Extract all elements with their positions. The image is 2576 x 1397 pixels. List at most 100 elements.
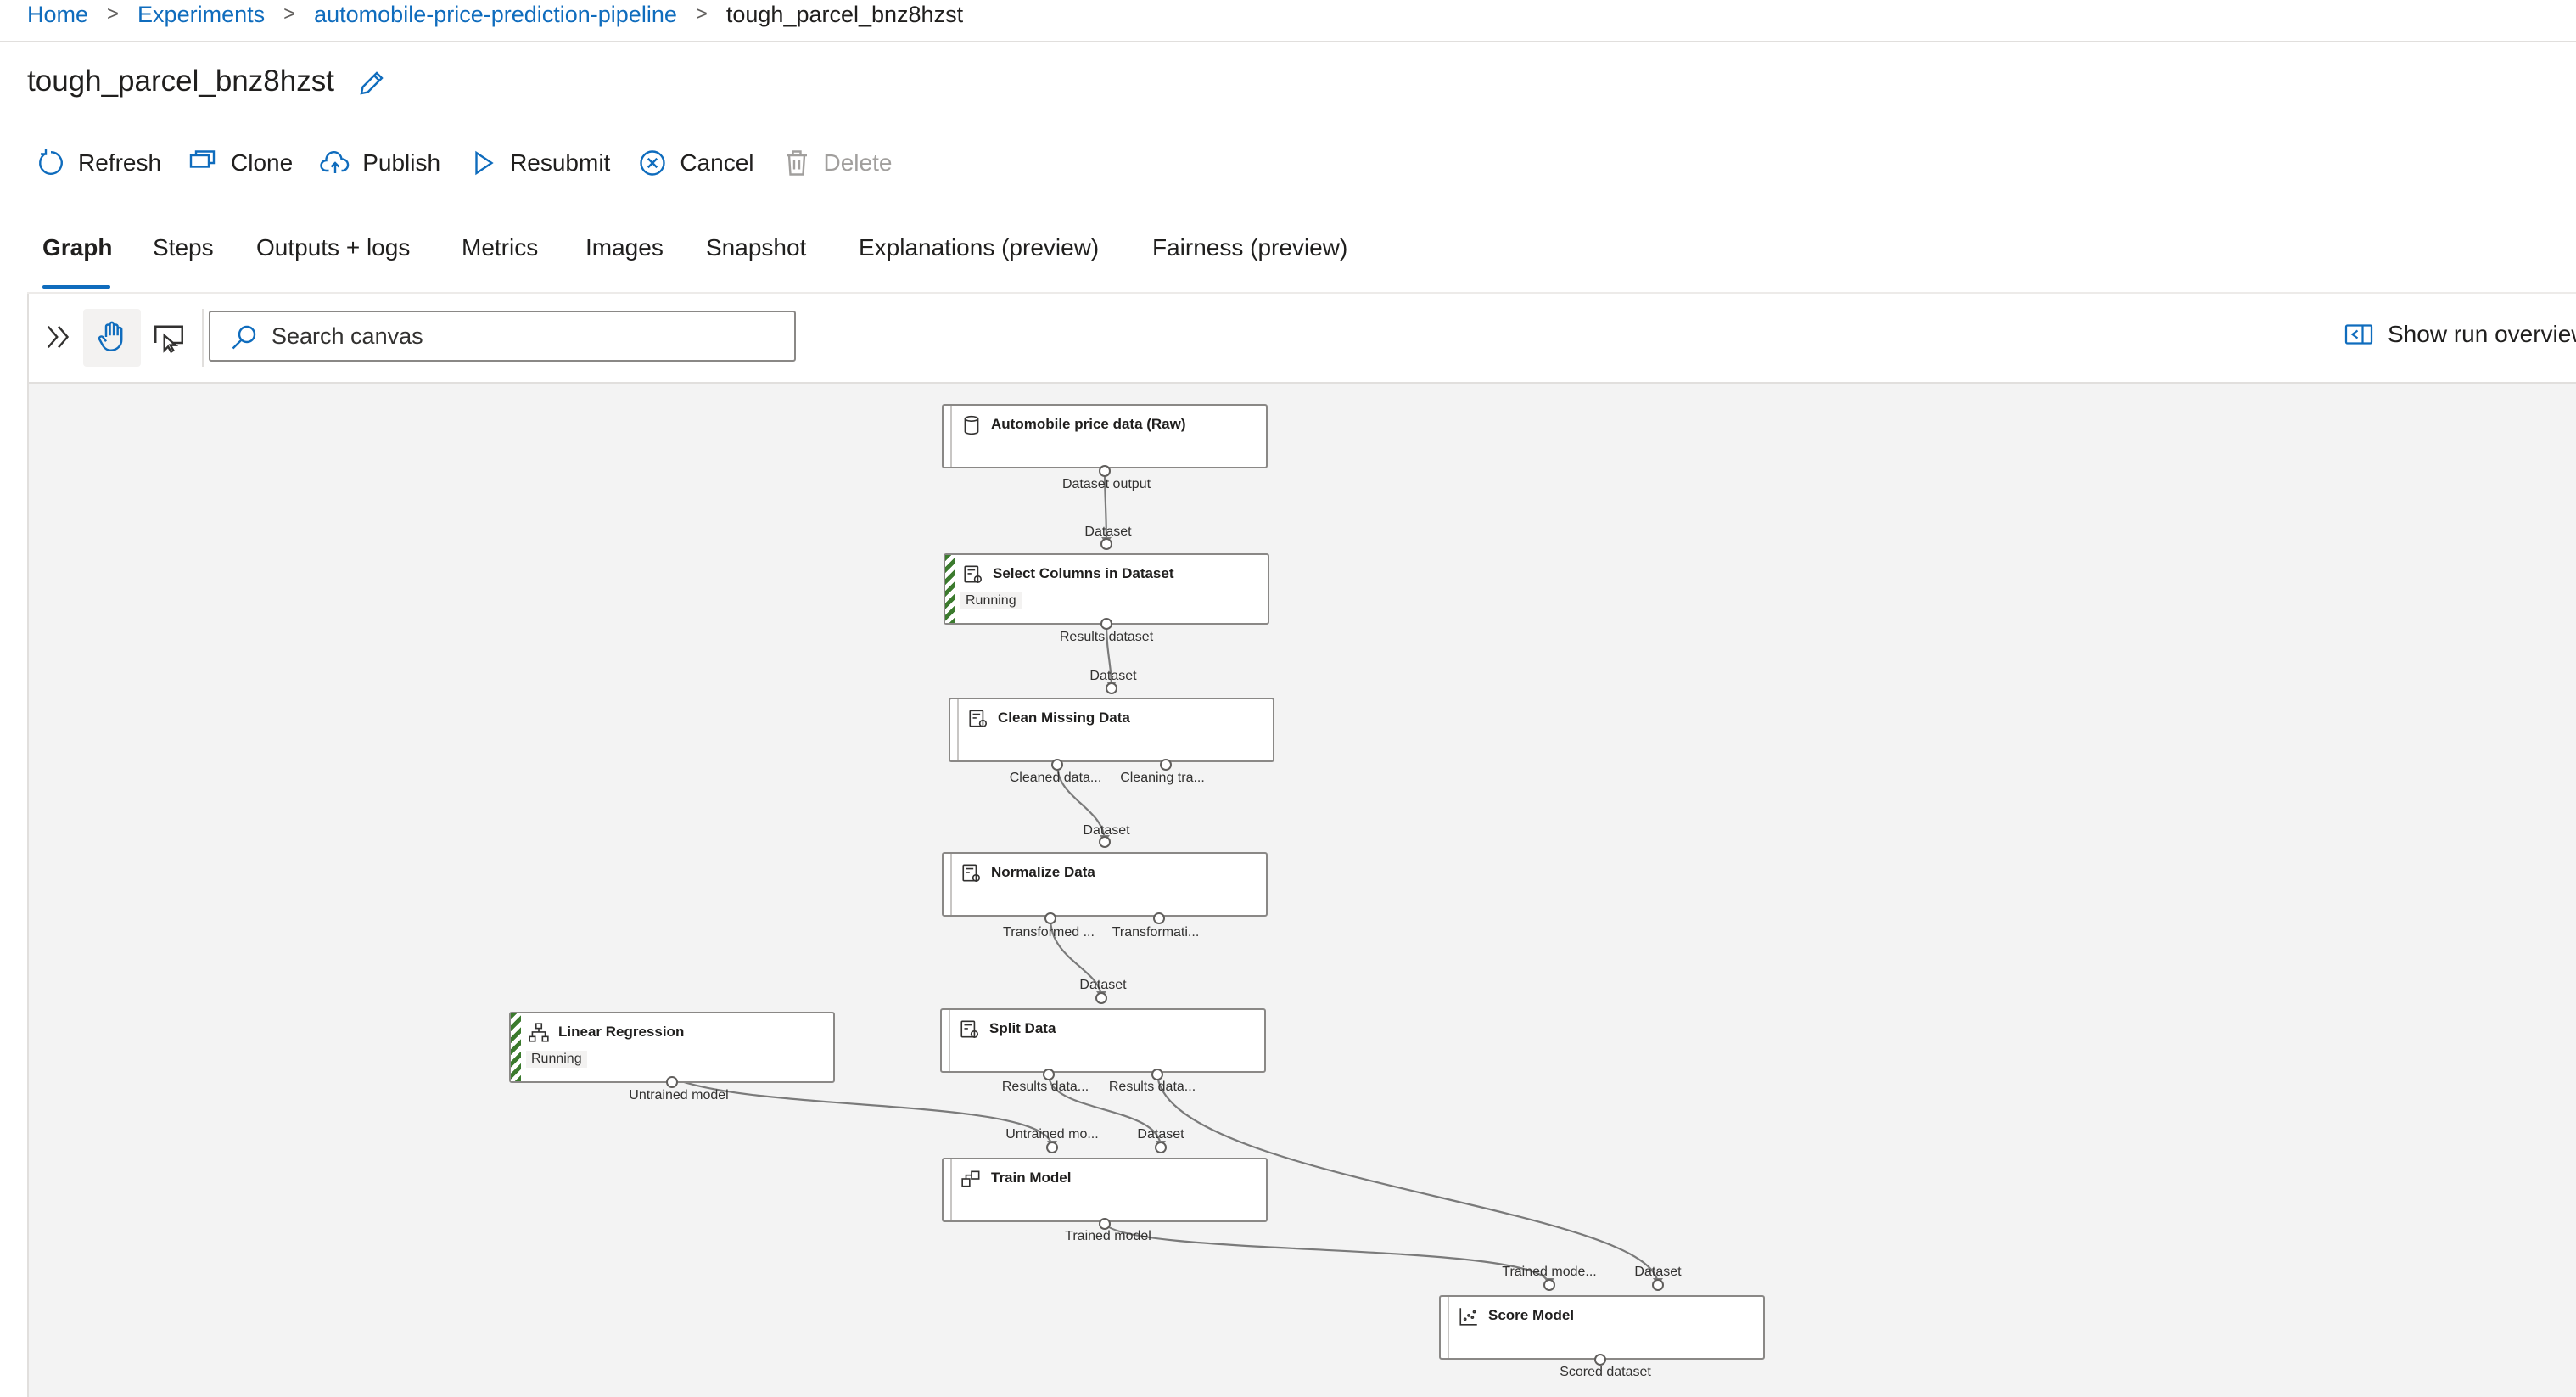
output-port[interactable] [1044,912,1056,924]
node-score-model[interactable]: Score Model [1439,1295,1765,1360]
publish-button[interactable]: Publish [320,148,440,178]
tab-explanations[interactable]: Explanations (preview) [859,234,1099,261]
chevron-right-icon: > [695,3,708,25]
delete-button[interactable]: Delete [781,148,892,178]
port-label: Results data... [1108,1080,1196,1094]
chevron-right-icon: > [283,3,296,25]
resubmit-button[interactable]: Resubmit [468,148,610,178]
port-label: Untrained mo... [1005,1127,1099,1142]
port-label: Scored dataset [1560,1365,1651,1379]
output-port[interactable] [1151,1069,1163,1080]
node-split-data[interactable]: Split Data [940,1008,1266,1073]
cancel-button[interactable]: Cancel [637,148,754,178]
breadcrumb: Home > Experiments > automobile-price-pr… [27,0,963,29]
input-port[interactable] [1543,1279,1555,1291]
node-title: Score Model [1488,1307,1575,1323]
input-port[interactable] [1106,682,1117,694]
port-label: Transformed ... [1003,925,1095,940]
breadcrumb-experiment[interactable]: automobile-price-prediction-pipeline [314,2,677,28]
clone-label: Clone [231,149,294,176]
canvas-toolbar: Show run overview [27,294,2576,384]
trash-icon [786,150,807,176]
port-label: Results data... [1001,1080,1089,1094]
input-port[interactable] [1095,992,1107,1004]
output-port[interactable] [1043,1069,1055,1080]
search-canvas-box [209,311,796,362]
select-mode-icon[interactable] [151,319,187,355]
output-port[interactable] [1160,759,1172,771]
header-divider [0,41,2576,42]
resubmit-label: Resubmit [510,149,611,176]
show-run-overview-button[interactable]: Show run overview [2344,319,2576,350]
clone-button[interactable]: Clone [188,148,293,178]
port-label: Untrained model [629,1088,729,1102]
node-normalize-data[interactable]: Normalize Data [942,852,1268,917]
breadcrumb-current: tough_parcel_bnz8hzst [725,1,964,27]
tab-steps[interactable]: Steps [153,234,214,261]
input-port[interactable] [1652,1279,1664,1291]
node-title: Select Columns in Dataset [993,565,1174,581]
port-label: Dataset [1079,978,1127,992]
search-icon [232,325,256,350]
cloud-upload-icon [320,151,350,173]
active-tab-indicator [42,285,110,289]
node-clean-missing-data[interactable]: Clean Missing Data [949,698,1274,762]
chevron-right-icon: > [107,3,120,25]
input-port[interactable] [1099,836,1111,848]
scatter-chart-icon [1459,1308,1477,1326]
node-title: Split Data [989,1020,1056,1036]
port-label: Dataset [1634,1265,1682,1279]
node-linear-regression[interactable]: Linear Regression Running [509,1012,835,1083]
output-port[interactable] [1051,759,1063,771]
cancel-label: Cancel [680,149,754,176]
clone-icon [189,150,216,168]
show-run-overview-label: Show run overview [2388,321,2576,347]
node-train-model[interactable]: Train Model [942,1158,1268,1222]
output-port[interactable] [1153,912,1165,924]
port-label: Trained mode... [1502,1265,1597,1279]
model-tree-icon [529,1023,549,1042]
search-canvas-input[interactable] [272,317,781,355]
graph-canvas[interactable]: Automobile price data (Raw) Dataset outp… [27,384,2576,1397]
port-label: Transformati... [1112,925,1200,940]
port-label: Cleaning tra... [1120,771,1205,785]
input-port[interactable] [1155,1142,1167,1153]
output-port[interactable] [1100,618,1112,630]
page-title: tough_parcel_bnz8hzst [27,65,334,98]
expand-panel-icon[interactable] [41,319,76,355]
tab-metrics[interactable]: Metrics [462,234,538,261]
toolbar-divider [202,309,204,367]
module-settings-icon [960,1020,979,1039]
breadcrumb-experiments[interactable]: Experiments [137,2,265,28]
port-label: Dataset output [1061,477,1151,491]
node-title: Clean Missing Data [998,710,1130,726]
output-port[interactable] [1099,465,1111,477]
hand-pan-icon [98,321,123,351]
port-label: Cleaned data... [1009,771,1102,785]
node-automobile-price-data[interactable]: Automobile price data (Raw) [942,404,1268,468]
node-title: Normalize Data [991,864,1095,880]
tab-images[interactable]: Images [585,234,664,261]
graph-edges [671,470,1663,1286]
run-toolbar: Refresh Clone Publish Resubmit Cancel De… [36,144,919,182]
output-port[interactable] [1099,1218,1111,1230]
input-port[interactable] [1100,538,1112,550]
node-select-columns[interactable]: Select Columns in Dataset Running [944,553,1269,625]
tab-fairness[interactable]: Fairness (preview) [1152,234,1347,261]
train-model-icon [961,1170,980,1187]
input-port[interactable] [1046,1142,1058,1153]
refresh-button[interactable]: Refresh [36,148,161,178]
panel-overview-icon [2344,324,2373,345]
breadcrumb-home[interactable]: Home [27,2,88,28]
output-port[interactable] [666,1076,678,1088]
edge-linreg-to-train [671,1076,1054,1148]
tab-graph[interactable]: Graph [42,234,112,261]
refresh-icon [39,149,63,175]
publish-label: Publish [362,149,441,176]
status-badge: Running [526,1051,587,1068]
tab-snapshot[interactable]: Snapshot [706,234,806,261]
edit-pencil-icon[interactable] [356,68,387,98]
tab-outputs-logs[interactable]: Outputs + logs [256,234,410,261]
output-port[interactable] [1594,1354,1606,1366]
node-title: Automobile price data (Raw) [991,416,1186,432]
